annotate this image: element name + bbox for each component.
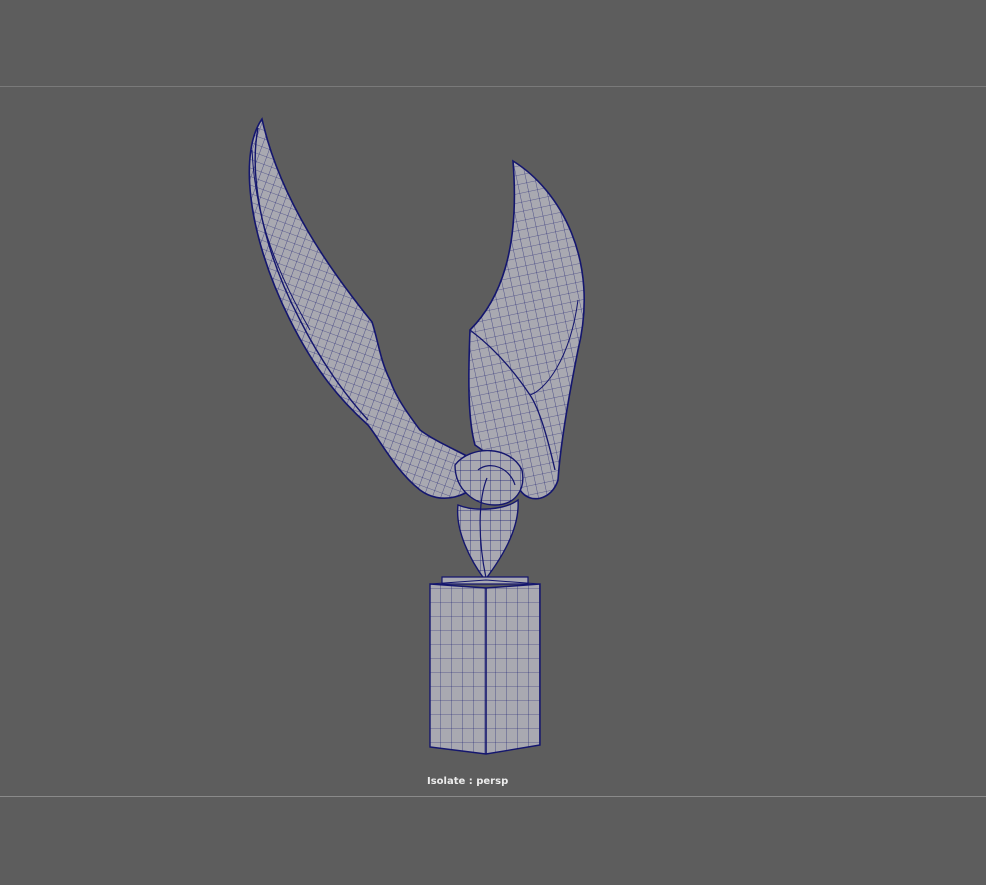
left-wing-mesh[interactable]	[248, 117, 492, 499]
center-knot-mesh[interactable]	[454, 449, 524, 506]
viewport-top-toolbar-area	[0, 0, 986, 87]
camera-name-label: Isolate : persp	[427, 776, 509, 787]
scene-render[interactable]	[0, 87, 986, 796]
pedestal-mesh[interactable]	[429, 576, 541, 755]
viewport-bottom-area	[0, 796, 986, 885]
right-wing-mesh[interactable]	[468, 159, 585, 500]
3d-viewport-persp[interactable]: Isolate : persp	[0, 87, 986, 796]
maya-viewport-window: Isolate : persp	[0, 0, 986, 885]
